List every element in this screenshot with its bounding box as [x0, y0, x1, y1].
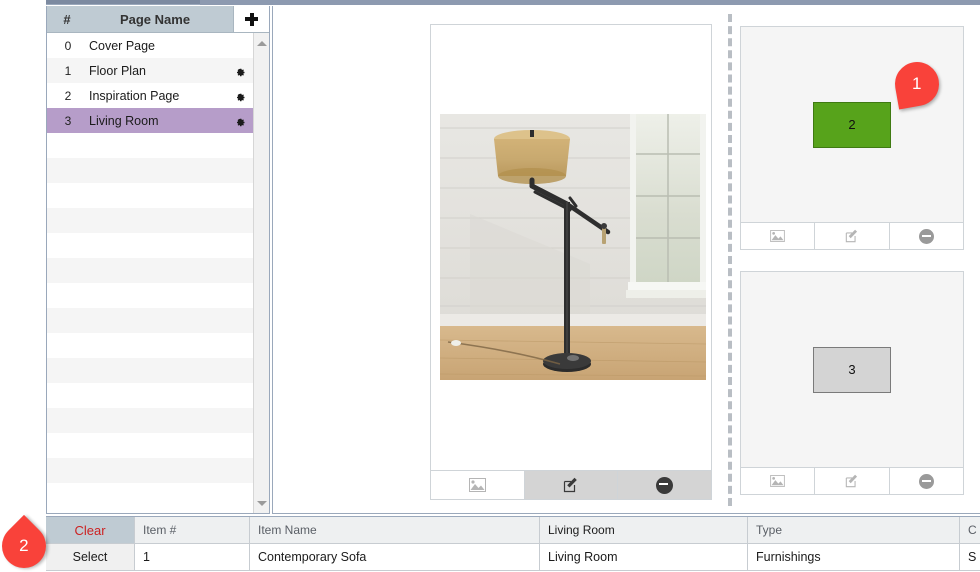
sidebar-item-page-2[interactable]: 2 Inspiration Page [47, 83, 253, 108]
edit-page-button[interactable] [524, 471, 619, 499]
thumb1-insert-image-button[interactable] [741, 223, 816, 249]
sidebar-empty-row[interactable] [47, 333, 253, 358]
lamp-photo-svg [440, 114, 706, 380]
sidebar-item-page-1[interactable]: 1 Floor Plan [47, 58, 253, 83]
column-header-item-name[interactable]: Item Name [250, 517, 540, 543]
callout-bubble: 1 [891, 58, 943, 110]
callout-marker-1: 1 [891, 58, 943, 110]
sidebar-item-page-3[interactable]: 3 Living Room [47, 108, 253, 133]
triangle-down-icon [256, 500, 267, 506]
gear-icon [237, 93, 245, 101]
floor-lamp-photo [440, 114, 706, 380]
callout-label: 2 [19, 536, 29, 555]
sidebar-empty-row[interactable] [47, 308, 253, 333]
remove-page-button[interactable] [618, 471, 712, 499]
remove-minus-icon [918, 473, 934, 489]
page-settings-button[interactable] [227, 65, 253, 77]
sidebar-item-page-0[interactable]: 0 Cover Page [47, 33, 253, 58]
scroll-down-button[interactable] [254, 495, 269, 511]
cell-item-name: Contemporary Sofa [250, 544, 540, 570]
sidebar-empty-row[interactable] [47, 133, 253, 158]
application-window: # Page Name 0 Cover Page 1 Floor Plan 2 Inspi… [0, 0, 980, 572]
thumbnail-stage-1: 2 [741, 27, 963, 222]
column-header-type[interactable]: Type [748, 517, 960, 543]
remove-minus-icon [918, 228, 934, 244]
page-name-label: Cover Page [89, 38, 156, 53]
page-list-body: 0 Cover Page 1 Floor Plan 2 Inspiration Page 3… [47, 33, 269, 513]
sidebar-empty-row[interactable] [47, 283, 253, 308]
thumbnail-panel-2[interactable]: 3 [740, 271, 964, 495]
sidebar-empty-row[interactable] [47, 458, 253, 483]
page-name-label: Living Room [89, 113, 159, 128]
sidebar-empty-row[interactable] [47, 358, 253, 383]
add-page-button[interactable] [233, 6, 269, 32]
shape-block-2[interactable]: 2 [813, 101, 891, 148]
sidebar-empty-row[interactable] [47, 433, 253, 458]
select-button[interactable]: Select [46, 544, 135, 570]
column-header-item-number[interactable]: Item # [135, 517, 250, 543]
plus-icon [245, 12, 258, 26]
thumb1-edit-button[interactable] [815, 223, 890, 249]
page-settings-button[interactable] [227, 115, 253, 127]
page-list-panel: # Page Name 0 Cover Page 1 Floor Plan 2 Inspi… [46, 6, 270, 514]
remove-minus-icon [656, 476, 674, 494]
sidebar-empty-row[interactable] [47, 483, 253, 508]
sidebar-empty-row[interactable] [47, 208, 253, 233]
sidebar-empty-row[interactable] [47, 183, 253, 208]
scroll-up-button[interactable] [254, 35, 269, 51]
column-header-room[interactable]: Living Room [540, 517, 748, 543]
canvas-dashed-divider [728, 14, 732, 506]
image-icon [770, 475, 785, 487]
table-row[interactable]: Select 1 Contemporary Sofa Living Room F… [46, 544, 980, 571]
sidebar-empty-row[interactable] [47, 233, 253, 258]
page-list-scrollbar[interactable] [253, 33, 269, 513]
cell-type: Furnishings [748, 544, 960, 570]
page-settings-button[interactable] [227, 90, 253, 102]
page-index: 1 [64, 63, 72, 78]
page-card-toolbar [431, 470, 712, 499]
edit-pencil-icon [845, 474, 858, 488]
page-list-rows: 0 Cover Page 1 Floor Plan 2 Inspiration Page 3… [47, 33, 253, 513]
items-table: Clear Item # Item Name Living Room Type … [46, 516, 980, 572]
thumb1-remove-button[interactable] [889, 223, 963, 249]
page-index: 3 [64, 113, 72, 128]
shape-block-3[interactable]: 3 [813, 346, 891, 393]
triangle-up-icon [256, 40, 267, 46]
thumbnail-toolbar-1 [741, 222, 963, 249]
cell-item-number: 1 [135, 544, 250, 570]
gear-icon [237, 68, 245, 76]
sidebar-empty-row[interactable] [47, 158, 253, 183]
image-icon [770, 230, 785, 242]
page-index: 2 [64, 88, 72, 103]
callout-marker-2: 2 [0, 514, 56, 572]
thumb2-insert-image-button[interactable] [741, 468, 816, 494]
edit-pencil-icon [563, 477, 577, 493]
cell-room: Living Room [540, 544, 748, 570]
window-chrome-bar-right [200, 0, 980, 5]
callout-label: 1 [912, 74, 922, 93]
gear-icon [237, 118, 245, 126]
sidebar-empty-row[interactable] [47, 383, 253, 408]
column-header-partial[interactable]: C [960, 517, 980, 543]
items-table-header: Clear Item # Item Name Living Room Type … [46, 517, 980, 544]
page-preview-card[interactable] [430, 24, 712, 500]
thumbnail-stage-2: 3 [741, 272, 963, 467]
insert-image-button[interactable] [431, 471, 525, 499]
clear-button[interactable]: Clear [46, 517, 135, 543]
page-index: 0 [64, 38, 72, 53]
cell-partial: S [968, 550, 977, 564]
thumb2-edit-button[interactable] [815, 468, 890, 494]
page-name-label: Inspiration Page [89, 88, 180, 103]
column-header-number: # [63, 11, 71, 27]
thumbnail-panel-1[interactable]: 2 [740, 26, 964, 250]
sidebar-empty-row[interactable] [47, 258, 253, 283]
thumb2-remove-button[interactable] [889, 468, 963, 494]
sidebar-empty-row[interactable] [47, 408, 253, 433]
page-list-header: # Page Name [47, 6, 269, 33]
page-name-label: Floor Plan [89, 63, 146, 78]
image-icon [468, 478, 486, 492]
edit-pencil-icon [845, 229, 858, 243]
thumbnail-toolbar-2 [741, 467, 963, 494]
